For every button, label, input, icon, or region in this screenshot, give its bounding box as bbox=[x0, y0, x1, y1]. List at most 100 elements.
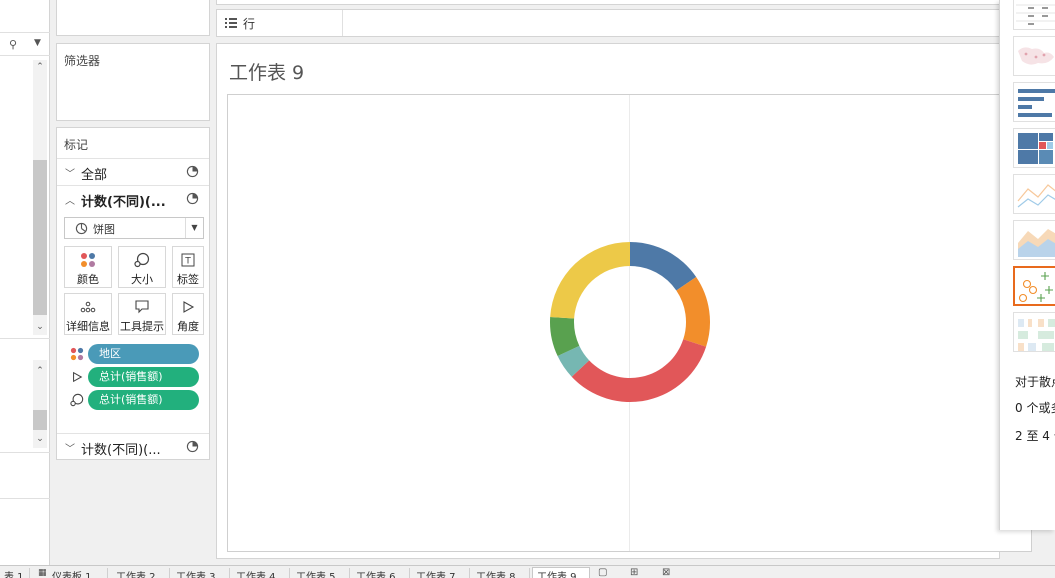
detail-button[interactable]: 详细信息 bbox=[64, 293, 112, 335]
show-me-panel: 对于散点 0 个或多 2 至 4 个 bbox=[999, 0, 1055, 530]
size-button[interactable]: 大小 bbox=[118, 246, 166, 288]
scatter-plot-icon bbox=[1018, 272, 1053, 303]
pages-card bbox=[56, 0, 210, 36]
donut-slice-2[interactable] bbox=[571, 339, 707, 402]
size-button-label: 大小 bbox=[131, 273, 153, 286]
columns-shelf[interactable] bbox=[216, 0, 1000, 5]
scroll-up-icon[interactable]: ⌃ bbox=[33, 364, 47, 378]
mark-type-value: 饼图 bbox=[93, 223, 115, 236]
search-icon[interactable]: ⚲ bbox=[9, 38, 17, 51]
scroll-up-icon[interactable]: ⌃ bbox=[33, 60, 47, 74]
parameter-list-scrollbar[interactable]: ⌃ ⌄ bbox=[33, 360, 47, 448]
sales-size-pill[interactable]: 总计(销售额) bbox=[88, 390, 199, 410]
show-me-hint-3: 2 至 4 个 bbox=[1015, 429, 1055, 443]
marks-all-label: 全部 bbox=[81, 168, 108, 183]
show-me-hint-1: 对于散点 bbox=[1015, 375, 1055, 389]
scroll-down-icon[interactable]: ⌄ bbox=[33, 432, 47, 446]
sheet-tab[interactable]: 工作表 4 bbox=[232, 568, 290, 578]
text-label-icon: T bbox=[181, 253, 195, 267]
size-icon bbox=[134, 252, 150, 268]
color-button[interactable]: 颜色 bbox=[64, 246, 112, 288]
filters-title: 筛选器 bbox=[64, 54, 101, 68]
size-icon bbox=[70, 393, 84, 407]
sheet-tab[interactable]: 工作表 5 bbox=[292, 568, 350, 578]
sheet-tab[interactable]: 工作表 6 bbox=[352, 568, 410, 578]
pill-size-row[interactable]: 总计(销售额) bbox=[57, 389, 209, 411]
chart-thumb-area[interactable] bbox=[1013, 220, 1055, 260]
pie-mark-icon bbox=[186, 165, 199, 178]
sheet-tab[interactable]: 工作表 3 bbox=[172, 568, 230, 578]
sheet-tab[interactable]: 工作表 7 bbox=[412, 568, 470, 578]
chevron-down-icon[interactable]: ﹀ bbox=[65, 440, 75, 455]
chart-thumb-line[interactable] bbox=[1013, 174, 1055, 214]
donut-chart[interactable] bbox=[549, 241, 711, 403]
pill-angle-row[interactable]: 总计(销售额) bbox=[57, 366, 209, 388]
chevron-up-icon[interactable]: ︿ bbox=[65, 192, 75, 207]
color-dots-icon bbox=[81, 253, 95, 267]
highlight-table-icon bbox=[1018, 319, 1055, 351]
sheet-tab-active[interactable]: 工作表 9 bbox=[532, 567, 590, 578]
worksheet-title[interactable]: 工作表 9 bbox=[229, 58, 304, 85]
filters-card[interactable]: 筛选器 bbox=[56, 43, 210, 121]
worksheet: 工作表 9 bbox=[216, 43, 1032, 559]
tooltip-icon bbox=[135, 300, 149, 314]
sales-angle-pill[interactable]: 总计(销售额) bbox=[88, 367, 199, 387]
horizontal-bar-icon bbox=[1018, 89, 1055, 117]
label-button[interactable]: T 标签 bbox=[172, 246, 204, 288]
angle-icon bbox=[183, 301, 195, 313]
chart-thumb-text-table[interactable] bbox=[1013, 0, 1055, 30]
color-dots-icon bbox=[70, 347, 84, 361]
sheet-tab-bar: 表 1 仪表板 1 ▦ 工作表 2 工作表 3 工作表 4 工作表 5 工作表 … bbox=[0, 565, 1055, 578]
marks-card: 标记 ﹀ 全部 ︿ 计数(不同)(... 饼图 ▼ 颜色 大小 T 标签 详细信… bbox=[56, 127, 210, 460]
tooltip-button[interactable]: 工具提示 bbox=[118, 293, 166, 335]
chart-thumb-treemap[interactable] bbox=[1013, 128, 1055, 168]
view-area[interactable] bbox=[227, 94, 1032, 552]
new-worksheet-icon[interactable]: ▢ bbox=[598, 567, 607, 578]
area-chart-icon bbox=[1018, 229, 1055, 257]
dashboard-icon: ▦ bbox=[38, 568, 47, 578]
data-pane: ⚲ ▼ ⌃ ⌄ ⌃ ⌄ bbox=[0, 0, 50, 565]
line-chart-icon bbox=[1017, 184, 1055, 208]
chevron-down-icon[interactable]: ▼ bbox=[185, 218, 203, 238]
scroll-thumb[interactable] bbox=[33, 160, 47, 315]
rows-list-icon bbox=[225, 18, 237, 28]
show-me-hint-2: 0 个或多 bbox=[1015, 401, 1055, 415]
sheet-tab[interactable]: 工作表 8 bbox=[472, 568, 530, 578]
tooltip-button-label: 工具提示 bbox=[120, 320, 164, 333]
chart-thumb-hbar[interactable] bbox=[1013, 82, 1055, 122]
pie-mark-icon bbox=[186, 440, 199, 453]
chart-thumb-highlight-table[interactable] bbox=[1013, 312, 1055, 352]
angle-button[interactable]: 角度 bbox=[172, 293, 204, 335]
chevron-down-icon[interactable]: ▼ bbox=[34, 38, 41, 48]
treemap-icon bbox=[1018, 133, 1053, 164]
angle-icon bbox=[73, 371, 83, 383]
detail-dots-icon bbox=[80, 301, 96, 313]
chart-thumb-scatter[interactable] bbox=[1013, 266, 1055, 306]
field-list-scrollbar[interactable]: ⌃ ⌄ bbox=[33, 60, 47, 335]
detail-button-label: 详细信息 bbox=[66, 320, 110, 333]
label-button-label: 标签 bbox=[177, 273, 199, 286]
new-dashboard-icon[interactable]: ⊞ bbox=[630, 567, 638, 578]
marks-layer2-row[interactable]: ﹀ 计数(不同)(... bbox=[57, 433, 209, 460]
mark-type-dropdown[interactable]: 饼图 ▼ bbox=[64, 217, 204, 239]
marks-all-row[interactable]: ﹀ 全部 bbox=[57, 158, 209, 185]
donut-slice-1[interactable] bbox=[676, 277, 710, 347]
new-story-icon[interactable]: ⊠ bbox=[662, 567, 670, 578]
scroll-thumb[interactable] bbox=[33, 410, 47, 430]
angle-button-label: 角度 bbox=[177, 320, 199, 333]
pie-mark-icon bbox=[186, 192, 199, 205]
map-icon bbox=[1018, 47, 1054, 65]
marks-layer-row[interactable]: ︿ 计数(不同)(... bbox=[57, 185, 209, 212]
chart-thumb-map[interactable] bbox=[1013, 36, 1055, 76]
donut-slice-5[interactable] bbox=[550, 242, 630, 319]
scroll-down-icon[interactable]: ⌄ bbox=[33, 320, 47, 334]
chevron-down-icon[interactable]: ﹀ bbox=[65, 165, 75, 180]
sheet-tab[interactable]: 工作表 2 bbox=[112, 568, 170, 578]
marks-layer2-label: 计数(不同)(... bbox=[81, 443, 161, 458]
rows-shelf[interactable]: 行 bbox=[216, 9, 1000, 37]
donut-slice-0[interactable] bbox=[630, 242, 697, 291]
region-pill[interactable]: 地区 bbox=[88, 344, 199, 364]
text-table-icon bbox=[1016, 4, 1055, 25]
pill-region-row[interactable]: 地区 bbox=[57, 343, 209, 365]
sheet-tab[interactable]: 表 1 bbox=[0, 568, 30, 578]
